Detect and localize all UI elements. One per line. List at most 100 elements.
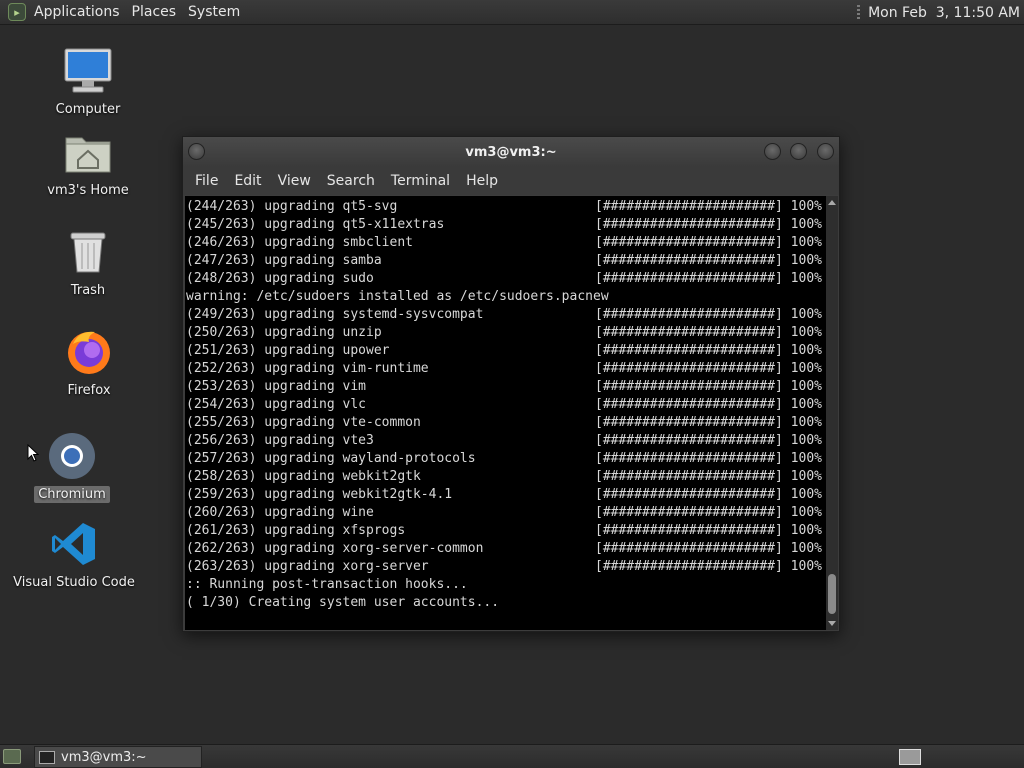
menu-search[interactable]: Search bbox=[319, 173, 383, 189]
progress-bar-text: [######################] bbox=[595, 307, 783, 322]
terminal-line: (258/263) upgrading webkit2gtk [#########… bbox=[186, 468, 827, 486]
progress-percent: 100% bbox=[790, 451, 822, 466]
terminal-line: (255/263) upgrading vte-common [#########… bbox=[186, 414, 827, 432]
minimize-button[interactable] bbox=[764, 143, 781, 160]
taskbar-window-button[interactable]: vm3@vm3:~ bbox=[34, 746, 202, 768]
workspace-switcher[interactable] bbox=[899, 749, 921, 765]
panel-right-area: Mon Feb 3, 11:50 AM bbox=[857, 0, 1020, 25]
progress-indicator: [######################] 100% bbox=[595, 486, 822, 504]
progress-bar-text: [######################] bbox=[595, 397, 783, 412]
window-titlebar[interactable]: vm3@vm3:~ bbox=[183, 137, 839, 167]
progress-bar-text: [######################] bbox=[595, 271, 783, 286]
clock[interactable]: Mon Feb 3, 11:50 AM bbox=[868, 5, 1020, 21]
terminal-scrollbar[interactable] bbox=[826, 196, 838, 630]
scroll-up-icon[interactable] bbox=[828, 200, 836, 205]
show-desktop-icon[interactable] bbox=[3, 749, 21, 764]
terminal-line: (261/263) upgrading xfsprogs [###########… bbox=[186, 522, 827, 540]
progress-bar-text: [######################] bbox=[595, 343, 783, 358]
progress-indicator: [######################] 100% bbox=[595, 540, 822, 558]
terminal-line: (250/263) upgrading unzip [##############… bbox=[186, 324, 827, 342]
terminal-line: ( 1/30) Creating system user accounts... bbox=[186, 594, 827, 612]
progress-percent: 100% bbox=[790, 559, 822, 574]
terminal-line-text: (250/263) upgrading unzip bbox=[186, 325, 382, 340]
progress-bar-text: [######################] bbox=[595, 541, 783, 556]
window-menu-button[interactable] bbox=[188, 143, 205, 160]
progress-indicator: [######################] 100% bbox=[595, 342, 822, 360]
places-menu[interactable]: Places bbox=[126, 0, 183, 25]
close-button[interactable] bbox=[817, 143, 834, 160]
terminal-line-text: (249/263) upgrading systemd-sysvcompat bbox=[186, 307, 484, 322]
menu-file[interactable]: File bbox=[187, 173, 226, 189]
progress-bar-text: [######################] bbox=[595, 523, 783, 538]
progress-percent: 100% bbox=[790, 541, 822, 556]
progress-bar-text: [######################] bbox=[595, 217, 783, 232]
firefox-icon bbox=[63, 326, 115, 378]
scroll-down-icon[interactable] bbox=[828, 621, 836, 626]
terminal-line: warning: /etc/sudoers installed as /etc/… bbox=[186, 288, 827, 306]
terminal-line: (253/263) upgrading vim [################… bbox=[186, 378, 827, 396]
maximize-button[interactable] bbox=[790, 143, 807, 160]
top-panel: ▸ Applications Places System Mon Feb 3, … bbox=[0, 0, 1024, 25]
chromium-icon bbox=[46, 430, 98, 482]
bottom-panel: vm3@vm3:~ bbox=[0, 744, 1024, 768]
terminal-line-text: (263/263) upgrading xorg-server bbox=[186, 559, 429, 574]
progress-bar-text: [######################] bbox=[595, 451, 783, 466]
progress-indicator: [######################] 100% bbox=[595, 378, 822, 396]
progress-bar-text: [######################] bbox=[595, 253, 783, 268]
desktop-icon-vscode[interactable]: Visual Studio Code bbox=[13, 518, 135, 591]
applications-menu-label: Applications bbox=[34, 4, 120, 20]
terminal-line: (248/263) upgrading sudo [###############… bbox=[186, 270, 827, 288]
terminal-line-text: (248/263) upgrading sudo bbox=[186, 271, 374, 286]
desktop-icon-label: Firefox bbox=[67, 383, 111, 398]
terminal-line-text: (245/263) upgrading qt5-x11extras bbox=[186, 217, 445, 232]
progress-bar-text: [######################] bbox=[595, 379, 783, 394]
progress-percent: 100% bbox=[790, 325, 822, 340]
terminal-line-text: (262/263) upgrading xorg-server-common bbox=[186, 541, 484, 556]
progress-indicator: [######################] 100% bbox=[595, 504, 822, 522]
terminal-line-text: (260/263) upgrading wine bbox=[186, 505, 374, 520]
terminal-line: (251/263) upgrading upower [#############… bbox=[186, 342, 827, 360]
terminal-line-text: (251/263) upgrading upower bbox=[186, 343, 390, 358]
progress-percent: 100% bbox=[790, 199, 822, 214]
terminal-icon bbox=[39, 750, 55, 764]
system-menu[interactable]: System bbox=[182, 0, 246, 25]
desktop-icon-label: Visual Studio Code bbox=[13, 575, 135, 590]
desktop-icon-computer[interactable]: Computer bbox=[28, 45, 148, 118]
progress-bar-text: [######################] bbox=[595, 469, 783, 484]
progress-bar-text: [######################] bbox=[595, 559, 783, 574]
desktop-icon-home[interactable]: vm3's Home bbox=[28, 126, 148, 199]
progress-indicator: [######################] 100% bbox=[595, 234, 822, 252]
terminal-line-text: (253/263) upgrading vim bbox=[186, 379, 367, 394]
desktop-icon-label: Chromium bbox=[34, 486, 110, 503]
terminal-line-text: (255/263) upgrading vte-common bbox=[186, 415, 421, 430]
terminal-line-text: (252/263) upgrading vim-runtime bbox=[186, 361, 429, 376]
terminal-line: (260/263) upgrading wine [###############… bbox=[186, 504, 827, 522]
terminal-window[interactable]: vm3@vm3:~ File Edit View Search Terminal… bbox=[182, 136, 840, 632]
progress-bar-text: [######################] bbox=[595, 505, 783, 520]
progress-percent: 100% bbox=[790, 469, 822, 484]
terminal-line: (262/263) upgrading xorg-server-common [#… bbox=[186, 540, 827, 558]
menu-edit[interactable]: Edit bbox=[226, 173, 269, 189]
progress-indicator: [######################] 100% bbox=[595, 396, 822, 414]
menu-terminal[interactable]: Terminal bbox=[383, 173, 458, 189]
progress-indicator: [######################] 100% bbox=[595, 468, 822, 486]
menu-help[interactable]: Help bbox=[458, 173, 506, 189]
scrollbar-thumb[interactable] bbox=[828, 574, 836, 614]
desktop-icon-trash[interactable]: Trash bbox=[28, 226, 148, 299]
terminal-output[interactable]: (244/263) upgrading qt5-svg [############… bbox=[185, 196, 827, 630]
progress-percent: 100% bbox=[790, 433, 822, 448]
desktop-icon-firefox[interactable]: Firefox bbox=[29, 326, 149, 399]
desktop-icon-chromium[interactable]: Chromium bbox=[12, 430, 132, 503]
applications-menu[interactable]: ▸ Applications bbox=[0, 0, 126, 25]
distro-logo-icon: ▸ bbox=[8, 3, 26, 21]
progress-percent: 100% bbox=[790, 307, 822, 322]
progress-indicator: [######################] 100% bbox=[595, 450, 822, 468]
menu-view[interactable]: View bbox=[270, 173, 319, 189]
progress-indicator: [######################] 100% bbox=[595, 432, 822, 450]
progress-percent: 100% bbox=[790, 415, 822, 430]
progress-indicator: [######################] 100% bbox=[595, 324, 822, 342]
progress-percent: 100% bbox=[790, 361, 822, 376]
progress-bar-text: [######################] bbox=[595, 199, 783, 214]
home-folder-icon bbox=[62, 126, 114, 178]
terminal-line-text: (257/263) upgrading wayland-protocols bbox=[186, 451, 476, 466]
